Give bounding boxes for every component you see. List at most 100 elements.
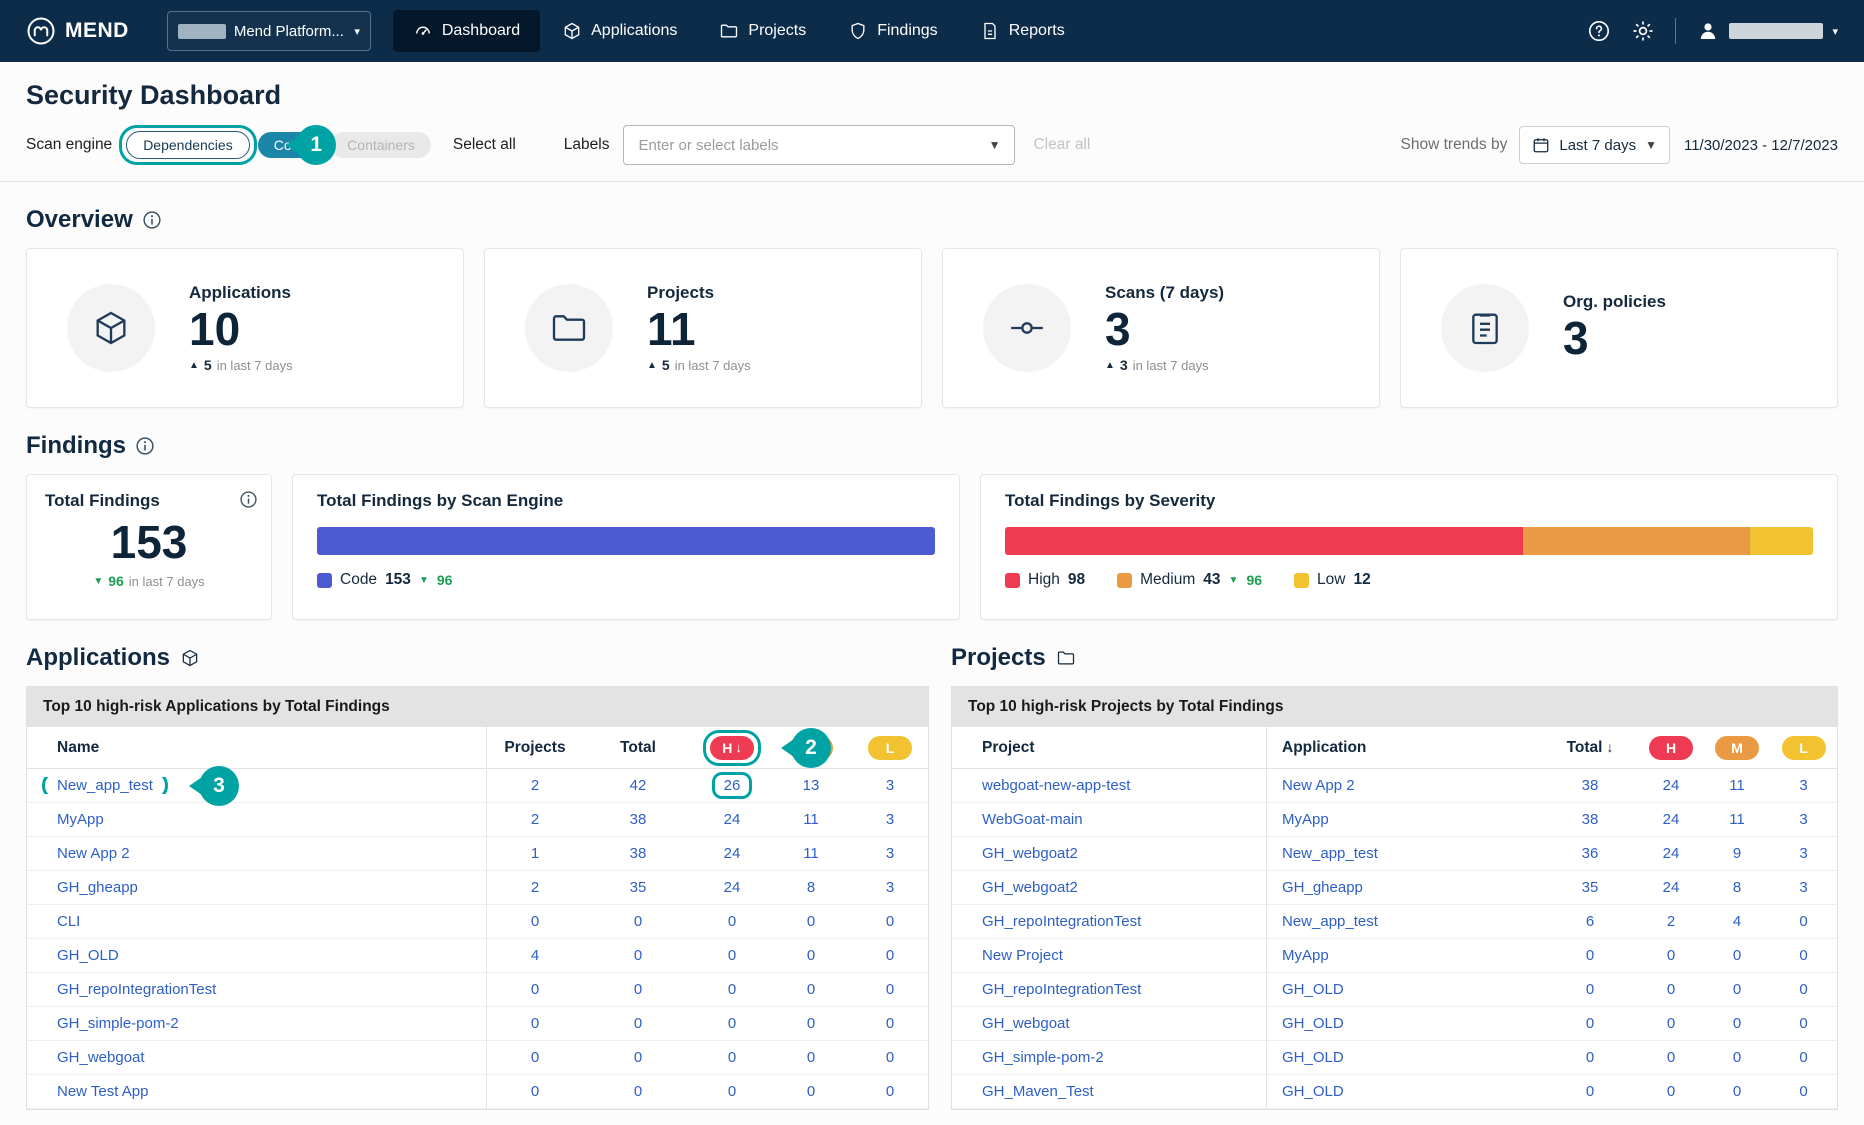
- low-count[interactable]: 3: [886, 845, 894, 862]
- application-link[interactable]: GH_gheapp: [1282, 879, 1363, 896]
- high-count[interactable]: 24: [724, 879, 741, 896]
- application-link[interactable]: GH_OLD: [57, 947, 119, 964]
- medium-count[interactable]: 0: [1733, 947, 1741, 964]
- total-findings[interactable]: 0: [1586, 1015, 1594, 1032]
- projects-count[interactable]: 2: [531, 811, 539, 828]
- total-findings[interactable]: 0: [634, 1015, 642, 1032]
- total-findings[interactable]: 0: [634, 981, 642, 998]
- col-header-total[interactable]: Total↓: [1542, 739, 1638, 757]
- high-count[interactable]: 0: [728, 947, 736, 964]
- nav-item-reports[interactable]: Reports: [960, 10, 1085, 52]
- total-findings[interactable]: 35: [1582, 879, 1599, 896]
- application-link[interactable]: New Test App: [57, 1083, 148, 1100]
- info-icon[interactable]: [240, 491, 257, 508]
- medium-count[interactable]: 0: [1733, 1049, 1741, 1066]
- high-count[interactable]: 0: [1667, 1015, 1675, 1032]
- total-findings[interactable]: 42: [630, 777, 647, 794]
- medium-count[interactable]: 11: [1729, 777, 1745, 794]
- project-link[interactable]: GH_webgoat2: [982, 845, 1078, 862]
- medium-count[interactable]: 8: [1733, 879, 1741, 896]
- high-count[interactable]: 24: [724, 811, 741, 828]
- nav-item-dashboard[interactable]: Dashboard: [393, 10, 540, 52]
- application-link[interactable]: MyApp: [1282, 947, 1329, 964]
- application-link[interactable]: New_app_test: [1282, 913, 1378, 930]
- high-count[interactable]: 24: [1663, 845, 1680, 862]
- chip-dependencies[interactable]: Dependencies: [126, 131, 250, 159]
- low-count[interactable]: 0: [1799, 981, 1807, 998]
- low-count[interactable]: 0: [1799, 1049, 1807, 1066]
- application-link[interactable]: GH_OLD: [1282, 981, 1344, 998]
- total-findings[interactable]: 38: [630, 845, 647, 862]
- medium-count[interactable]: 0: [807, 1049, 815, 1066]
- nav-item-applications[interactable]: Applications: [542, 10, 697, 52]
- project-link[interactable]: GH_simple-pom-2: [982, 1049, 1104, 1066]
- projects-count[interactable]: 0: [531, 1015, 539, 1032]
- user-menu[interactable]: ▾: [1696, 19, 1838, 43]
- low-count[interactable]: 0: [886, 1015, 894, 1032]
- total-findings[interactable]: 0: [1586, 947, 1594, 964]
- gear-icon[interactable]: [1631, 19, 1655, 43]
- col-header-medium[interactable]: M: [1704, 736, 1770, 760]
- high-count[interactable]: 26: [724, 777, 741, 794]
- project-link[interactable]: GH_repoIntegrationTest: [982, 913, 1141, 930]
- chip-containers[interactable]: Containers: [331, 132, 431, 158]
- project-link[interactable]: GH_webgoat2: [982, 879, 1078, 896]
- nav-item-findings[interactable]: Findings: [828, 10, 957, 52]
- application-link[interactable]: GH_repoIntegrationTest: [57, 981, 216, 998]
- projects-count[interactable]: 0: [531, 981, 539, 998]
- low-count[interactable]: 0: [886, 947, 894, 964]
- low-count[interactable]: 3: [886, 777, 894, 794]
- high-count[interactable]: 0: [728, 913, 736, 930]
- medium-count[interactable]: 0: [807, 1083, 815, 1100]
- project-link[interactable]: New Project: [982, 947, 1063, 964]
- application-link[interactable]: GH_OLD: [1282, 1049, 1344, 1066]
- high-count[interactable]: 24: [724, 845, 741, 862]
- col-header-projects[interactable]: Projects: [486, 739, 584, 757]
- medium-count[interactable]: 0: [1733, 1015, 1741, 1032]
- high-count[interactable]: 24: [1663, 777, 1680, 794]
- info-icon[interactable]: [136, 437, 154, 455]
- labels-input[interactable]: [638, 137, 988, 154]
- total-findings[interactable]: 38: [1582, 777, 1599, 794]
- application-link[interactable]: MyApp: [1282, 811, 1329, 828]
- application-link[interactable]: New_app_test: [1282, 845, 1378, 862]
- medium-count[interactable]: 9: [1733, 845, 1741, 862]
- select-all-link[interactable]: Select all: [453, 136, 516, 154]
- low-count[interactable]: 0: [1799, 947, 1807, 964]
- low-count[interactable]: 0: [886, 981, 894, 998]
- high-count[interactable]: 0: [728, 981, 736, 998]
- low-count[interactable]: 0: [886, 1049, 894, 1066]
- col-header-low[interactable]: L: [850, 736, 930, 760]
- org-selector[interactable]: Mend Platform... ▾: [167, 11, 371, 51]
- high-count[interactable]: 0: [728, 1083, 736, 1100]
- medium-count[interactable]: 0: [1733, 1083, 1741, 1100]
- col-header-total[interactable]: Total: [584, 739, 692, 757]
- total-findings[interactable]: 35: [630, 879, 647, 896]
- low-count[interactable]: 0: [886, 1083, 894, 1100]
- application-link[interactable]: New App 2: [57, 845, 130, 862]
- projects-count[interactable]: 2: [531, 777, 539, 794]
- low-count[interactable]: 3: [1799, 811, 1807, 828]
- application-link[interactable]: New App 2: [1282, 777, 1355, 794]
- medium-count[interactable]: 0: [807, 947, 815, 964]
- total-findings[interactable]: 38: [1582, 811, 1599, 828]
- medium-count[interactable]: 0: [807, 1015, 815, 1032]
- trend-period-dropdown[interactable]: Last 7 days ▼: [1519, 126, 1670, 164]
- project-link[interactable]: GH_Maven_Test: [982, 1083, 1094, 1100]
- total-findings[interactable]: 0: [1586, 1049, 1594, 1066]
- low-count[interactable]: 0: [886, 913, 894, 930]
- low-count[interactable]: 0: [1799, 1083, 1807, 1100]
- project-link[interactable]: webgoat-new-app-test: [982, 777, 1130, 794]
- col-header-high[interactable]: H↓: [692, 736, 772, 760]
- low-count[interactable]: 0: [1799, 1015, 1807, 1032]
- total-findings[interactable]: 0: [634, 1083, 642, 1100]
- col-header-application[interactable]: Application: [1266, 739, 1542, 757]
- nav-item-projects[interactable]: Projects: [699, 10, 826, 52]
- projects-count[interactable]: 0: [531, 1049, 539, 1066]
- application-link[interactable]: GH_OLD: [1282, 1083, 1344, 1100]
- low-count[interactable]: 3: [886, 879, 894, 896]
- project-link[interactable]: GH_webgoat: [982, 1015, 1070, 1032]
- total-findings[interactable]: 0: [634, 1049, 642, 1066]
- low-count[interactable]: 3: [1799, 845, 1807, 862]
- high-count[interactable]: 0: [1667, 981, 1675, 998]
